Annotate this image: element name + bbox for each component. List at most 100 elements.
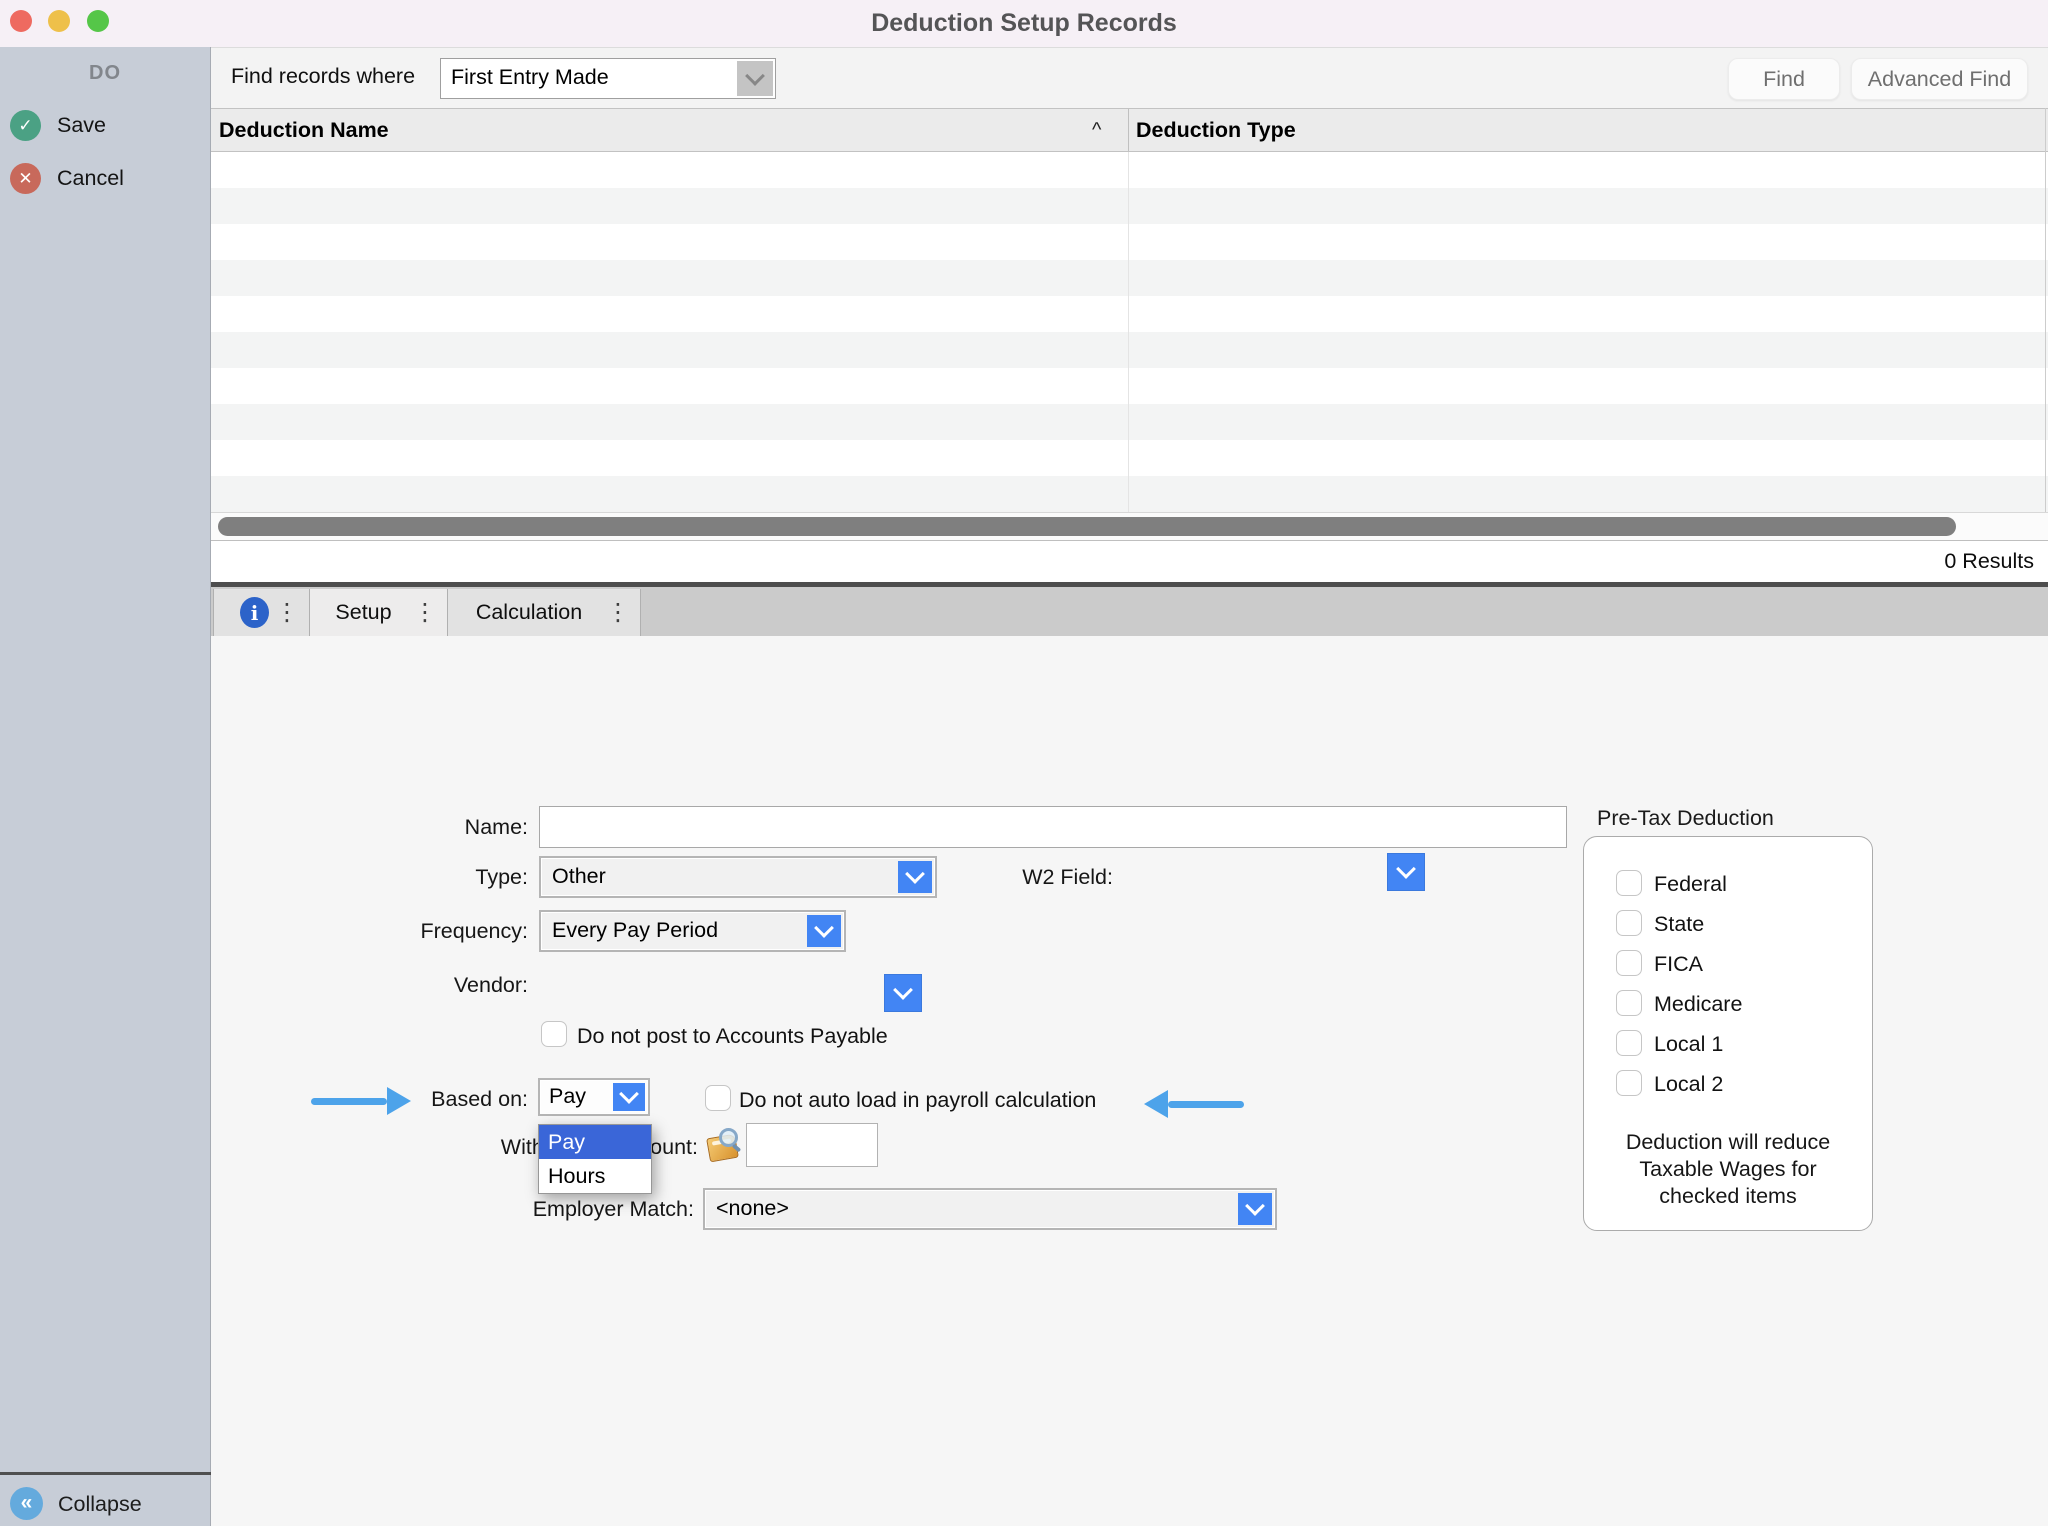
save-button-label: Save: [57, 113, 106, 138]
checkbox-label: FICA: [1654, 952, 1703, 977]
table-row[interactable]: [211, 260, 2048, 296]
checkbox-label: Local 1: [1654, 1032, 1723, 1057]
pretax-note: Deduction will reduce Taxable Wages for …: [1599, 1129, 1857, 1210]
find-button[interactable]: Find: [1728, 58, 1840, 100]
table-row[interactable]: [211, 188, 2048, 224]
pretax-row: Medicare: [1584, 987, 1872, 1027]
pretax-row: State: [1584, 907, 1872, 947]
checkbox-do-not-post-to-accounts-payable[interactable]: [541, 1021, 567, 1047]
advanced-find-button[interactable]: Advanced Find: [1851, 58, 2028, 100]
withholding-amount-input[interactable]: [746, 1123, 878, 1167]
column-header-deduction-type[interactable]: Deduction Type: [1136, 118, 1296, 143]
tab-setup[interactable]: Setup ⋮: [310, 589, 448, 636]
chevron-down-icon: [905, 864, 925, 884]
dropdown-button[interactable]: [898, 861, 932, 893]
dropdown-button[interactable]: [613, 1083, 645, 1111]
cancel-button-label: Cancel: [57, 166, 124, 191]
save-button[interactable]: ✓ Save: [0, 110, 210, 146]
table-right-border: [2045, 108, 2046, 540]
tab-info[interactable]: i ⋮: [213, 589, 310, 636]
frequency-label: Frequency:: [298, 918, 528, 944]
table-row[interactable]: [211, 332, 2048, 368]
column-header-deduction-name[interactable]: Deduction Name: [219, 118, 389, 143]
titlebar: Deduction Setup Records: [0, 0, 2048, 47]
checkbox-local-1[interactable]: [1616, 1030, 1642, 1056]
table-row[interactable]: [211, 224, 2048, 260]
vendor-dropdown-button[interactable]: [884, 974, 922, 1012]
checkbox-federal[interactable]: [1616, 870, 1642, 896]
dropdown-button[interactable]: [737, 61, 773, 96]
find-field-dropdown[interactable]: First Entry Made: [440, 58, 776, 99]
kebab-menu-icon[interactable]: ⋮: [275, 601, 299, 625]
checkbox-label: Federal: [1654, 872, 1727, 897]
pretax-checkbox-list: Federal State FICA Medicare Local 1 Local 2: [1584, 867, 1872, 1107]
checkbox-fica[interactable]: [1616, 950, 1642, 976]
employer-match-value: <none>: [716, 1196, 789, 1221]
table-row[interactable]: [211, 440, 2048, 476]
w2-field-dropdown-button[interactable]: [1387, 853, 1425, 891]
employer-match-dropdown[interactable]: <none>: [703, 1188, 1277, 1230]
checkbox-label: Local 2: [1654, 1072, 1723, 1097]
results-count: 0 Results: [211, 541, 2048, 582]
pretax-row: Local 2: [1584, 1067, 1872, 1107]
table-row[interactable]: [211, 404, 2048, 440]
horizontal-scrollbar[interactable]: [211, 512, 2048, 541]
sidebar-header: DO: [0, 62, 210, 85]
chevron-down-icon: [619, 1084, 639, 1104]
checkbox-medicare[interactable]: [1616, 990, 1642, 1016]
collapse-chevrons-icon: «: [10, 1487, 43, 1520]
sidebar: DO ✓ Save ✕ Cancel « Collapse: [0, 47, 211, 1526]
tab-calculation[interactable]: Calculation ⋮: [448, 589, 641, 636]
pretax-row: FICA: [1584, 947, 1872, 987]
dropdown-option-pay[interactable]: Pay: [539, 1125, 651, 1159]
lookup-book-magnifier-icon[interactable]: [707, 1126, 743, 1162]
find-records-where-label: Find records where: [231, 64, 415, 89]
scrollbar-thumb[interactable]: [218, 517, 1956, 536]
based-on-value: Pay: [549, 1084, 586, 1109]
tab-bar: i ⋮ Setup ⋮ Calculation ⋮: [211, 587, 2048, 636]
checkbox-label: State: [1654, 912, 1704, 937]
cross-circle-icon: ✕: [10, 163, 41, 194]
pretax-row: Federal: [1584, 867, 1872, 907]
info-icon: i: [240, 597, 269, 628]
pretax-row: Local 1: [1584, 1027, 1872, 1067]
chevron-down-icon: [1245, 1196, 1265, 1216]
dropdown-option-hours[interactable]: Hours: [539, 1159, 651, 1193]
checkbox-do-not-auto-load[interactable]: [705, 1085, 731, 1111]
dropdown-button[interactable]: [1238, 1193, 1272, 1225]
table-row[interactable]: [211, 368, 2048, 404]
column-divider-body: [1128, 152, 1129, 512]
kebab-menu-icon[interactable]: ⋮: [413, 601, 437, 625]
chevron-down-icon: [745, 66, 765, 86]
sort-ascending-icon[interactable]: ^: [1092, 119, 1101, 142]
w2-field-label: W2 Field:: [950, 864, 1113, 890]
based-on-dropdown[interactable]: Pay: [538, 1078, 650, 1116]
based-on-options-list: PayHours: [538, 1124, 652, 1194]
find-field-value: First Entry Made: [451, 65, 609, 90]
frequency-value: Every Pay Period: [552, 918, 718, 943]
collapse-button-label: Collapse: [58, 1492, 142, 1517]
find-bar: Find records where First Entry Made Find…: [211, 47, 2048, 108]
do-not-auto-load-label: Do not auto load in payroll calculation: [739, 1088, 1096, 1113]
table-row[interactable]: [211, 476, 2048, 512]
table-row[interactable]: [211, 152, 2048, 188]
name-input[interactable]: [539, 806, 1567, 848]
type-label: Type:: [298, 864, 528, 890]
vendor-label: Vendor:: [298, 972, 528, 998]
table-row[interactable]: [211, 296, 2048, 332]
checkbox-state[interactable]: [1616, 910, 1642, 936]
type-dropdown[interactable]: Other: [539, 856, 937, 898]
cancel-button[interactable]: ✕ Cancel: [0, 163, 210, 199]
pretax-deduction-panel: Federal State FICA Medicare Local 1 Local 2 D…: [1583, 836, 1873, 1231]
kebab-menu-icon[interactable]: ⋮: [606, 601, 630, 625]
type-value: Other: [552, 864, 606, 889]
collapse-button[interactable]: « Collapse: [0, 1487, 210, 1523]
tab-calculation-label: Calculation: [458, 600, 600, 625]
dropdown-button[interactable]: [807, 915, 841, 947]
callout-arrow-left-icon: [1144, 1090, 1244, 1118]
frequency-dropdown[interactable]: Every Pay Period: [539, 910, 846, 952]
tab-setup-label: Setup: [320, 600, 407, 625]
check-circle-icon: ✓: [10, 110, 41, 141]
checkbox-local-2[interactable]: [1616, 1070, 1642, 1096]
based-on-label: Based on:: [298, 1086, 528, 1112]
